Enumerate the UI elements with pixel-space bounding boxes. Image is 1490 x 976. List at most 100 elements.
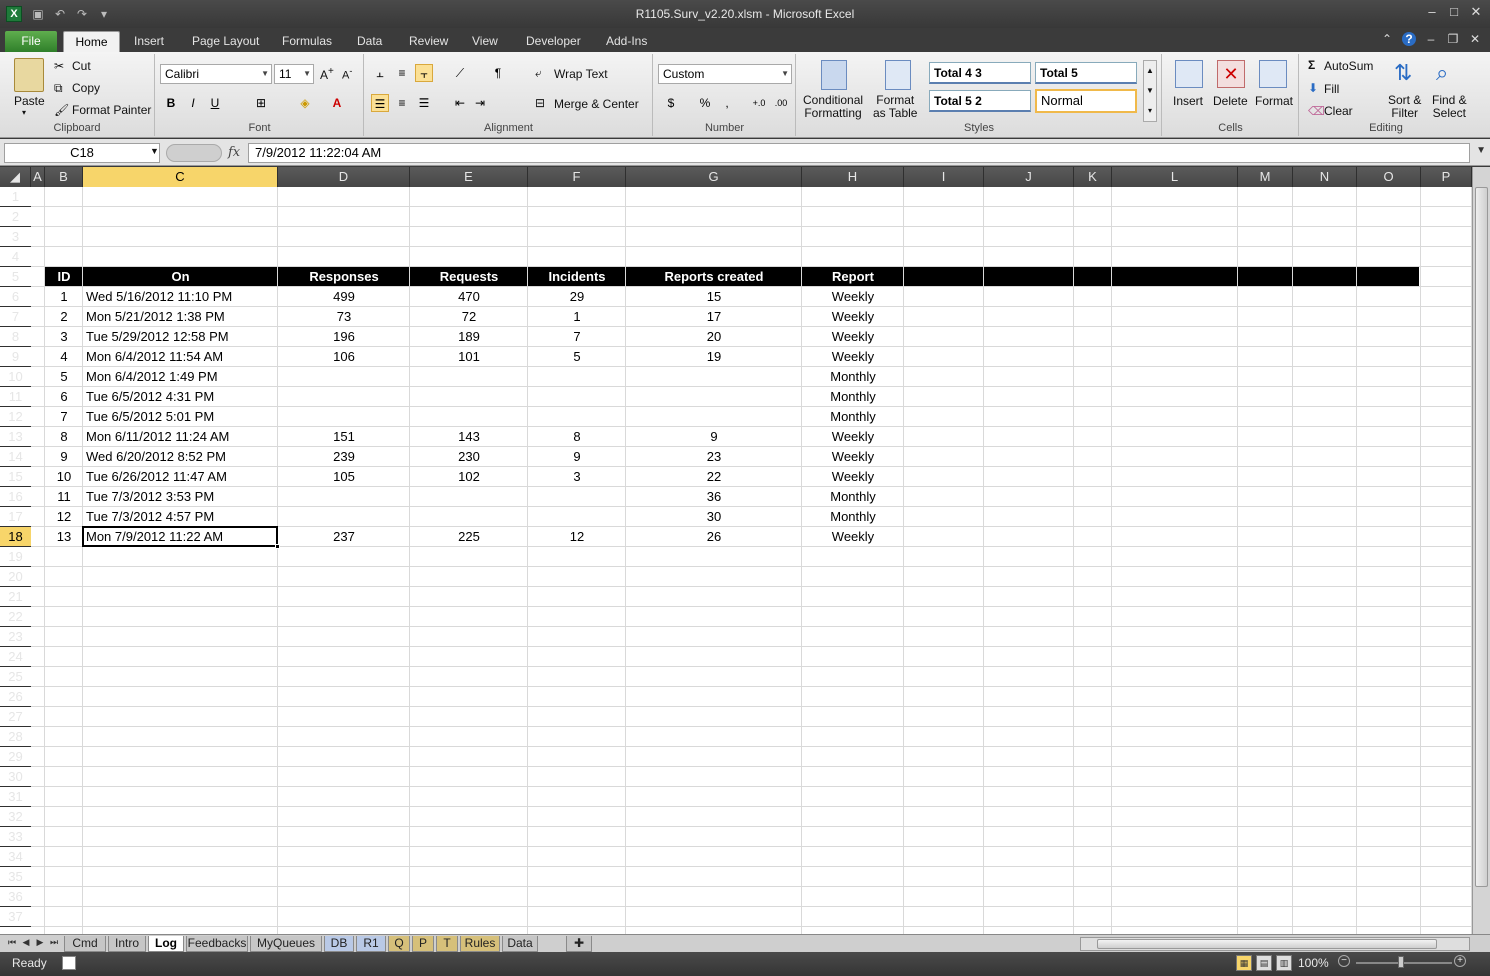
- styles-scroll-icon[interactable]: ▲ ▼ ▾: [1143, 60, 1157, 122]
- autosum-button[interactable]: AutoSum: [1324, 59, 1373, 73]
- increase-indent-icon[interactable]: ⇥: [471, 94, 489, 112]
- tab-home[interactable]: Home: [63, 31, 120, 52]
- column-header-i[interactable]: I: [904, 167, 984, 187]
- insert-cells-icon[interactable]: [1175, 60, 1203, 88]
- fill-color-icon[interactable]: ◈: [296, 94, 314, 112]
- table-cell[interactable]: 237: [278, 527, 410, 547]
- vertical-scroll-thumb[interactable]: [1475, 187, 1488, 887]
- align-left-icon[interactable]: ☰: [371, 94, 389, 112]
- table-cell[interactable]: 6: [45, 387, 83, 407]
- table-cell[interactable]: Wed 6/20/2012 8:52 PM: [83, 447, 278, 467]
- format-as-table-button[interactable]: Format as Table: [873, 94, 917, 120]
- zoom-in-icon[interactable]: +: [1454, 955, 1466, 967]
- copy-icon[interactable]: ⧉: [54, 81, 63, 96]
- table-cell[interactable]: Tue 6/5/2012 5:01 PM: [83, 407, 278, 427]
- autosum-icon[interactable]: Σ: [1308, 58, 1315, 72]
- table-cell[interactable]: 102: [410, 467, 528, 487]
- row-header-28[interactable]: 28: [0, 727, 31, 747]
- sheet-tab-db[interactable]: DB: [324, 936, 354, 952]
- percent-button[interactable]: %: [696, 94, 714, 112]
- format-painter-button[interactable]: Format Painter: [72, 103, 151, 117]
- table-cell[interactable]: 9: [45, 447, 83, 467]
- clear-button[interactable]: Clear: [1324, 104, 1353, 118]
- table-cell[interactable]: 10: [45, 467, 83, 487]
- insert-button[interactable]: Insert: [1173, 94, 1203, 108]
- table-cell[interactable]: [626, 367, 802, 387]
- row-header-25[interactable]: 25: [0, 667, 31, 687]
- style-total-5-2[interactable]: Total 5 2: [929, 90, 1031, 112]
- normal-view-icon[interactable]: ▦: [1236, 955, 1252, 971]
- next-sheet-icon[interactable]: ▶: [34, 937, 46, 948]
- tab-formulas[interactable]: Formulas: [282, 31, 332, 52]
- help-icon[interactable]: ?: [1402, 32, 1416, 46]
- column-header-n[interactable]: N: [1293, 167, 1357, 187]
- table-cell[interactable]: Weekly: [802, 347, 904, 367]
- table-cell[interactable]: [528, 387, 626, 407]
- text-direction-icon[interactable]: ¶: [489, 64, 507, 82]
- table-cell[interactable]: 196: [278, 327, 410, 347]
- column-header-l[interactable]: L: [1112, 167, 1238, 187]
- table-cell[interactable]: [410, 507, 528, 527]
- column-header-c[interactable]: C: [83, 167, 278, 187]
- paste-button[interactable]: Paste: [14, 94, 45, 108]
- table-cell[interactable]: [528, 407, 626, 427]
- column-header-g[interactable]: G: [626, 167, 802, 187]
- fill-icon[interactable]: ⬇: [1308, 81, 1318, 95]
- italic-icon[interactable]: I: [184, 94, 202, 112]
- table-cell[interactable]: Mon 5/21/2012 1:38 PM: [83, 307, 278, 327]
- workbook-close-icon[interactable]: ✕: [1468, 32, 1482, 46]
- table-cell[interactable]: 11: [45, 487, 83, 507]
- tab-data[interactable]: Data: [357, 31, 382, 52]
- tab-add-ins[interactable]: Add-Ins: [606, 31, 647, 52]
- copy-button[interactable]: Copy: [72, 81, 100, 95]
- wrap-text-icon[interactable]: ⤶: [535, 66, 542, 81]
- page-layout-view-icon[interactable]: ▤: [1256, 955, 1272, 971]
- table-header-cell[interactable]: On: [83, 267, 278, 287]
- sheet-tab-log[interactable]: Log: [148, 936, 184, 952]
- decrease-decimal-icon[interactable]: .00: [772, 94, 790, 112]
- maximize-icon[interactable]: □: [1446, 4, 1462, 20]
- table-cell[interactable]: 22: [626, 467, 802, 487]
- row-header-19[interactable]: 19: [0, 547, 31, 567]
- table-cell[interactable]: Weekly: [802, 467, 904, 487]
- row-header-24[interactable]: 24: [0, 647, 31, 667]
- table-cell[interactable]: 7: [45, 407, 83, 427]
- row-header-15[interactable]: 15: [0, 467, 31, 487]
- sheet-tab-data[interactable]: Data: [502, 936, 538, 952]
- table-cell[interactable]: Weekly: [802, 287, 904, 307]
- format-button[interactable]: Format: [1255, 94, 1293, 108]
- zoom-level[interactable]: 100%: [1298, 956, 1329, 970]
- table-cell[interactable]: 1: [528, 307, 626, 327]
- table-cell[interactable]: 26: [626, 527, 802, 547]
- tab-review[interactable]: Review: [409, 31, 448, 52]
- column-header-e[interactable]: E: [410, 167, 528, 187]
- table-cell[interactable]: 29: [528, 287, 626, 307]
- workbook-minimize-icon[interactable]: –: [1424, 32, 1438, 46]
- row-header-23[interactable]: 23: [0, 627, 31, 647]
- row-header-35[interactable]: 35: [0, 867, 31, 887]
- binoculars-icon[interactable]: ⌕: [1436, 60, 1448, 86]
- name-box[interactable]: C18: [4, 143, 160, 163]
- zoom-out-icon[interactable]: −: [1338, 955, 1350, 967]
- sort-filter-icon[interactable]: ⇅: [1394, 60, 1412, 86]
- column-header-a[interactable]: A: [31, 167, 45, 187]
- table-cell[interactable]: Monthly: [802, 407, 904, 427]
- table-cell[interactable]: 13: [45, 527, 83, 547]
- sheet-tab-r1[interactable]: R1: [356, 936, 386, 952]
- row-header-8[interactable]: 8: [0, 327, 31, 347]
- comma-button[interactable]: ,: [718, 94, 736, 112]
- row-header-13[interactable]: 13: [0, 427, 31, 447]
- insert-sheet-icon[interactable]: ✚: [566, 936, 592, 952]
- table-cell[interactable]: 9: [528, 447, 626, 467]
- column-header-b[interactable]: B: [45, 167, 83, 187]
- row-header-36[interactable]: 36: [0, 887, 31, 907]
- table-cell[interactable]: [626, 407, 802, 427]
- find-select-button[interactable]: Find & Select: [1432, 94, 1467, 120]
- table-cell[interactable]: Tue 7/3/2012 4:57 PM: [83, 507, 278, 527]
- table-cell[interactable]: 101: [410, 347, 528, 367]
- table-cell[interactable]: 4: [45, 347, 83, 367]
- wrap-text-button[interactable]: Wrap Text: [554, 67, 608, 81]
- column-header-m[interactable]: M: [1238, 167, 1293, 187]
- sheet-tab-myqueues[interactable]: MyQueues: [250, 936, 322, 952]
- table-cell[interactable]: 30: [626, 507, 802, 527]
